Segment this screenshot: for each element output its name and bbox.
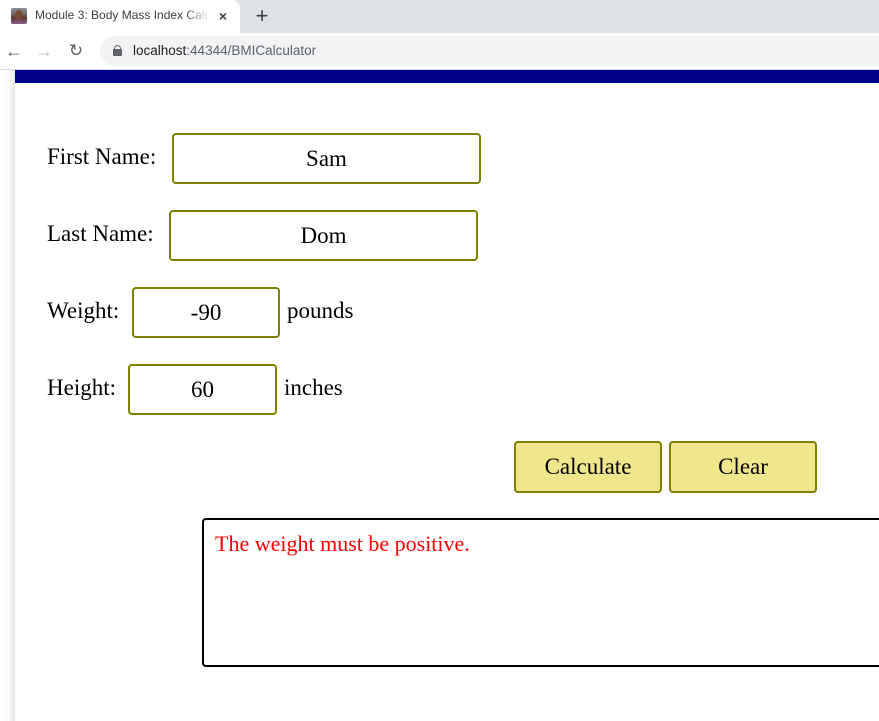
height-unit: inches: [284, 375, 343, 400]
browser-toolbar: ← → ↻ localhost:44344/BMICalculator: [0, 33, 879, 69]
new-tab-icon[interactable]: +: [250, 4, 274, 28]
last-name-input[interactable]: [169, 210, 478, 261]
url-text[interactable]: localhost:44344/BMICalculator: [133, 43, 316, 58]
clear-button[interactable]: Clear: [669, 441, 817, 493]
weight-input[interactable]: [132, 287, 280, 338]
reload-icon[interactable]: ↻: [64, 39, 88, 63]
url-path: :44344/BMICalculator: [186, 43, 317, 58]
url-host: localhost: [133, 43, 187, 58]
lock-icon[interactable]: [113, 45, 122, 56]
back-arrow-icon[interactable]: ←: [2, 39, 26, 63]
tab-strip: Module 3: Body Mass Index Calculator × +: [0, 0, 879, 33]
result-box: The weight must be positive.: [202, 518, 879, 667]
height-input[interactable]: [128, 364, 277, 415]
profile-photo-icon: [11, 8, 27, 24]
error-message: The weight must be positive.: [215, 531, 470, 556]
last-name-label: Last Name:: [47, 221, 154, 246]
browser-tab[interactable]: Module 3: Body Mass Index Calculator ×: [0, 0, 240, 33]
first-name-label: First Name:: [47, 144, 157, 169]
header-bar: [15, 70, 879, 83]
page-content: First Name: Last Name: Weight: pounds He…: [0, 70, 879, 721]
tab-title: Module 3: Body Mass Index Calculator: [35, 8, 210, 22]
page-left-edge: [0, 70, 15, 721]
close-tab-icon[interactable]: ×: [214, 7, 232, 25]
address-bar[interactable]: localhost:44344/BMICalculator: [100, 36, 879, 66]
weight-label: Weight:: [47, 298, 120, 323]
weight-unit: pounds: [287, 298, 354, 323]
first-name-input[interactable]: [172, 133, 481, 184]
forward-arrow-icon[interactable]: →: [32, 39, 56, 63]
height-label: Height:: [47, 375, 116, 400]
calculate-button[interactable]: Calculate: [514, 441, 662, 493]
